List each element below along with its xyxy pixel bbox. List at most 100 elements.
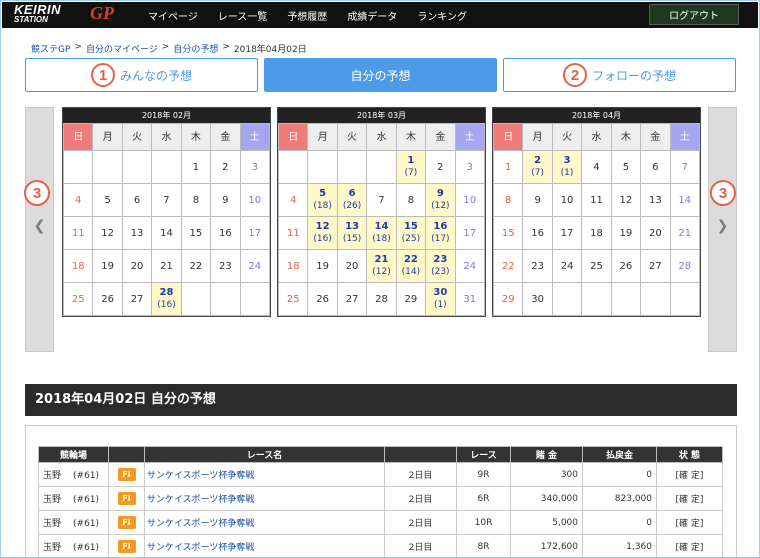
calendar-day[interactable]: 1 (7) bbox=[395, 150, 427, 184]
results-table: 競輪場 レース名 レース 賭 金 払戻金 状 態 玉野 (#61) FI サンケイスポ… bbox=[38, 446, 723, 557]
calendar-day: 25 bbox=[62, 282, 94, 316]
payout-cell: 0 bbox=[582, 462, 657, 487]
logo-text-bottom: STATION bbox=[14, 15, 48, 24]
calendar-day[interactable]: 15 (25) bbox=[395, 216, 427, 250]
week-row: 8 9 10 11 12 13 14 bbox=[492, 183, 701, 217]
calendar-day[interactable]: 16 (17) bbox=[425, 216, 456, 250]
race-name-cell: サンケイスポーツ杯争奪戦 bbox=[144, 486, 385, 511]
venue-name: 玉野 bbox=[43, 519, 62, 529]
calendar-day[interactable]: 9 (12) bbox=[425, 183, 456, 217]
nav-prediction-history[interactable]: 予想履歴 bbox=[287, 8, 327, 23]
day-number: 13 bbox=[130, 227, 144, 239]
race-name-link[interactable]: サンケイスポーツ杯争奪戦 bbox=[145, 543, 254, 553]
weekday-label: 月 bbox=[92, 123, 123, 151]
grade-cell: FI bbox=[108, 534, 145, 557]
calendar-day[interactable]: 21 (12) bbox=[366, 249, 397, 283]
calendar-day: 4 bbox=[277, 183, 309, 217]
prediction-count: (18) bbox=[313, 201, 332, 211]
calendar-day: 19 bbox=[92, 249, 123, 283]
week-row: 1 (7) 2 3 bbox=[277, 150, 486, 184]
calendar-day[interactable]: 3 (1) bbox=[551, 150, 583, 184]
nav-ranking[interactable]: ランキング bbox=[417, 8, 467, 23]
day-number: 22 bbox=[501, 260, 515, 272]
nav-mypage[interactable]: マイページ bbox=[148, 8, 198, 23]
breadcrumb-my-prediction[interactable]: 自分の予想 bbox=[173, 42, 218, 55]
day-number: 18 bbox=[286, 260, 300, 272]
table-row: 玉野 (#61) FI サンケイスポーツ杯争奪戦 2日目 8R 172,600 1,360 [確… bbox=[38, 534, 723, 557]
number-badge: 3 bbox=[24, 180, 50, 206]
week-row: 1 2 3 bbox=[62, 150, 271, 184]
calendar-day bbox=[239, 282, 271, 316]
page-frame: KEIRIN STATION GP マイページ レース一覧 予想履歴 成績データ… bbox=[0, 0, 760, 558]
calendar-day: 13 bbox=[121, 216, 153, 250]
calendar-day: 27 bbox=[640, 249, 671, 283]
race-name-link[interactable]: サンケイスポーツ杯争奪戦 bbox=[145, 495, 254, 505]
grade-badge: FI bbox=[117, 492, 136, 505]
day-number: 6 bbox=[348, 188, 356, 199]
prediction-count: (1) bbox=[560, 168, 574, 178]
logout-button[interactable]: ログアウト bbox=[649, 4, 739, 25]
calendar-day: 1 bbox=[492, 150, 524, 184]
weekday-label: 月 bbox=[522, 123, 553, 151]
tab-follow-predictions[interactable]: 2 フォローの予想 bbox=[503, 58, 736, 92]
venue-number: (#61) bbox=[73, 519, 100, 529]
calendar-day[interactable]: 12 (16) bbox=[307, 216, 338, 250]
calendar-day: 15 bbox=[180, 216, 212, 250]
calendar-day[interactable]: 13 (15) bbox=[336, 216, 368, 250]
calendar-grid: 日月火水木金土 1 2 3 4 5 6 7 8 9 10 11 12 13 14 15 16 17 18 19 20 21… bbox=[62, 123, 271, 316]
calendar-day[interactable]: 23 (23) bbox=[425, 249, 456, 283]
calendar-day: 23 bbox=[210, 249, 241, 283]
calendar-day[interactable]: 30 (1) bbox=[425, 282, 456, 316]
calendar-day bbox=[62, 150, 94, 184]
day-number: 3 bbox=[563, 155, 571, 166]
weekday-row: 日月火水木金土 bbox=[62, 123, 271, 151]
calendar-day[interactable]: 6 (26) bbox=[336, 183, 368, 217]
breadcrumb-separator: > bbox=[161, 42, 170, 52]
calendar-day: 5 bbox=[92, 183, 123, 217]
week-row: 18 19 20 21 22 23 24 bbox=[62, 249, 271, 283]
calendar-day[interactable]: 14 (18) bbox=[366, 216, 397, 250]
breadcrumb-home[interactable]: 競ステGP bbox=[31, 42, 70, 55]
day-number: 27 bbox=[648, 260, 662, 272]
day-number: 15 bbox=[189, 227, 203, 239]
day-number: 28 bbox=[375, 293, 388, 305]
prediction-count: (7) bbox=[404, 168, 418, 178]
breadcrumb-mypage[interactable]: 自分のマイページ bbox=[86, 42, 158, 55]
calendar-day: 26 bbox=[92, 282, 123, 316]
calendar-day: 7 bbox=[669, 150, 701, 184]
day-number: 23 bbox=[433, 254, 448, 265]
calendar-day bbox=[307, 150, 338, 184]
next-month-button[interactable]: 3 ❯ bbox=[708, 107, 737, 352]
race-name-link[interactable]: サンケイスポーツ杯争奪戦 bbox=[145, 471, 254, 481]
day-number: 2 bbox=[534, 155, 542, 166]
race-name-link[interactable]: サンケイスポーツ杯争奪戦 bbox=[145, 519, 254, 529]
calendar-day: 10 bbox=[551, 183, 583, 217]
site-logo[interactable]: KEIRIN STATION GP bbox=[10, 2, 120, 28]
day-number: 24 bbox=[560, 260, 574, 272]
calendar-day[interactable]: 2 (7) bbox=[522, 150, 553, 184]
day-number: 12 bbox=[315, 221, 330, 232]
day-number: 20 bbox=[648, 227, 662, 239]
day-cell: 2日目 bbox=[384, 486, 457, 511]
day-number: 9 bbox=[436, 188, 444, 199]
day-number: 28 bbox=[159, 287, 174, 298]
calendar-day: 24 bbox=[239, 249, 271, 283]
tab-everyone-predictions[interactable]: 1 みんなの予想 bbox=[25, 58, 258, 92]
column-header-payout: 払戻金 bbox=[582, 446, 657, 463]
calendar-day[interactable]: 22 (14) bbox=[395, 249, 427, 283]
week-row: 22 23 24 25 26 27 28 bbox=[492, 249, 701, 283]
day-number: 20 bbox=[345, 260, 359, 272]
weekday-label: 木 bbox=[395, 123, 427, 151]
calendar-day[interactable]: 5 (18) bbox=[307, 183, 338, 217]
nav-results-data[interactable]: 成績データ bbox=[347, 8, 397, 23]
tab-my-predictions[interactable]: 自分の予想 bbox=[264, 58, 497, 92]
race-name-cell: サンケイスポーツ杯争奪戦 bbox=[144, 510, 385, 535]
day-number: 5 bbox=[622, 161, 630, 173]
nav-race-list[interactable]: レース一覧 bbox=[218, 8, 268, 23]
bet-cell: 172,600 bbox=[510, 534, 583, 557]
calendar-day bbox=[551, 282, 583, 316]
calendar-day bbox=[336, 150, 368, 184]
prev-month-button[interactable]: 3 ❮ bbox=[24, 107, 54, 352]
weekday-label: 火 bbox=[336, 123, 368, 151]
calendar-day[interactable]: 28 (16) bbox=[151, 282, 182, 316]
